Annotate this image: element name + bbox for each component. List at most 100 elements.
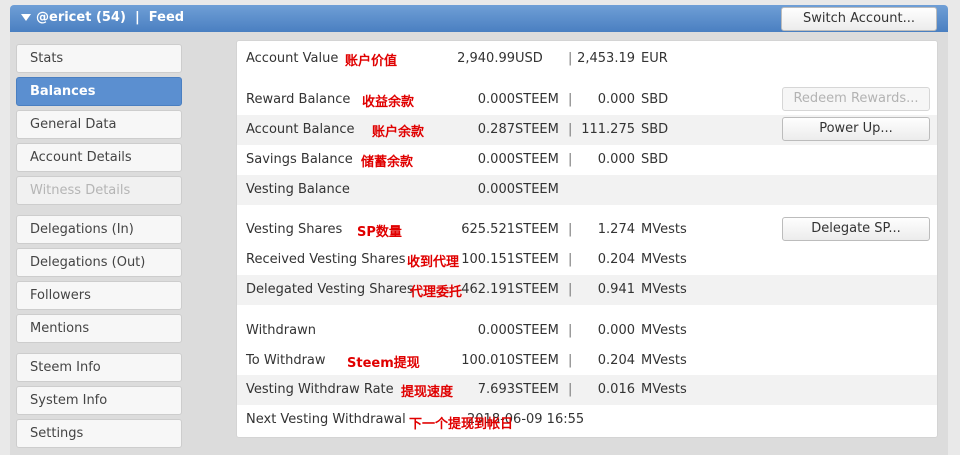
tab-system-info[interactable]: System Info <box>16 386 182 415</box>
separator: | <box>568 382 573 397</box>
unit-secondary: MVests <box>641 382 687 397</box>
row-label: Received Vesting Shares <box>246 252 406 267</box>
row-received-vesting-shares: Received Vesting Shares 100.151 收到代理 STE… <box>237 245 937 275</box>
row-withdrawn: Withdrawn 0.000 STEEM | 0.000 MVests <box>237 316 937 346</box>
value-secondary: 0.000 <box>597 92 635 107</box>
value-primary: 2,940.99 <box>457 51 515 66</box>
row-label: Account Value <box>246 51 339 66</box>
value-secondary: 111.275 <box>581 122 635 137</box>
tab-steem-info[interactable]: Steem Info <box>16 353 182 382</box>
switch-account-button[interactable]: Switch Account... <box>781 7 937 31</box>
separator: | <box>568 51 573 66</box>
tab-delegations-out[interactable]: Delegations (Out) <box>16 248 182 277</box>
window-title: @ericet (54) | Feed <box>36 10 185 25</box>
row-label: Vesting Withdraw Rate <box>246 382 394 397</box>
unit-primary: STEEM <box>515 122 559 137</box>
row-note: 提现速度 <box>401 385 454 400</box>
unit-secondary: SBD <box>641 122 669 137</box>
unit-secondary: MVests <box>641 222 687 237</box>
value-primary: 0.000 <box>477 152 515 167</box>
unit-primary: STEEM <box>515 152 559 167</box>
separator: | <box>568 282 573 297</box>
value-secondary: 0.000 <box>597 152 635 167</box>
row-account-value: Account Value 账户价值 2,940.99 USD | 2,453.… <box>237 44 937 74</box>
tab-general-data[interactable]: General Data <box>16 110 182 139</box>
tab-balances[interactable]: Balances <box>16 77 182 106</box>
value-secondary: 0.016 <box>597 382 635 397</box>
tab-settings[interactable]: Settings <box>16 419 182 448</box>
value-secondary: 0.204 <box>597 353 635 368</box>
row-label: Reward Balance <box>246 92 351 107</box>
row-label: Withdrawn <box>246 323 316 338</box>
row-vesting-balance: Vesting Balance 0.000 STEEM <box>237 175 937 205</box>
row-label: To Withdraw <box>246 353 326 368</box>
unit-primary: STEEM <box>515 353 559 368</box>
unit-secondary: MVests <box>641 282 687 297</box>
power-up-button[interactable]: Power Up... <box>782 117 930 141</box>
row-note: 代理委托 <box>410 285 463 300</box>
row-note: Steem提现 <box>347 356 420 371</box>
redeem-rewards-button: Redeem Rewards... <box>782 87 930 111</box>
row-vesting-shares: Vesting Shares SP数量 625.521 STEEM | 1.27… <box>237 215 937 245</box>
unit-secondary: SBD <box>641 92 669 107</box>
unit-secondary: SBD <box>641 152 669 167</box>
value-primary: 0.000 <box>477 92 515 107</box>
row-label: Delegated Vesting Shares <box>246 282 414 297</box>
value-secondary: 0.204 <box>597 252 635 267</box>
row-note: 收益余款 <box>362 95 415 110</box>
separator: | <box>568 222 573 237</box>
value-primary: 7.693 <box>477 382 515 397</box>
value-secondary: 2,453.19 <box>577 51 635 66</box>
value-secondary: 1.274 <box>597 222 635 237</box>
tab-delegations-in[interactable]: Delegations (In) <box>16 215 182 244</box>
separator: | <box>568 252 573 267</box>
row-savings-balance: Savings Balance 储蓄余款 0.000 STEEM | 0.000… <box>237 145 937 175</box>
unit-primary: USD <box>515 51 543 66</box>
unit-primary: STEEM <box>515 92 559 107</box>
row-label: Account Balance <box>246 122 355 137</box>
separator: | <box>568 152 573 167</box>
unit-secondary: MVests <box>641 323 687 338</box>
row-vesting-withdraw-rate: Vesting Withdraw Rate 提现速度 7.693 STEEM |… <box>237 375 937 405</box>
row-note: 账户余款 <box>372 125 425 140</box>
row-label: Savings Balance <box>246 152 353 167</box>
value-primary: 100.010 <box>461 353 515 368</box>
row-note: 下一个提现到帐日 <box>409 417 514 432</box>
row-label: Vesting Balance <box>246 182 350 197</box>
value-primary: 100.151 <box>461 252 515 267</box>
row-next-vesting-withdrawal: Next Vesting Withdrawal 2018-06-09 16:55… <box>237 405 937 435</box>
row-label: Next Vesting Withdrawal <box>246 412 406 427</box>
tab-stats[interactable]: Stats <box>16 44 182 73</box>
unit-primary: STEEM <box>515 323 559 338</box>
tab-mentions[interactable]: Mentions <box>16 314 182 343</box>
row-note: SP数量 <box>357 225 402 240</box>
row-note: 收到代理 <box>407 255 460 270</box>
value-secondary: 0.941 <box>597 282 635 297</box>
value-primary: 0.287 <box>477 122 515 137</box>
row-note: 储蓄余款 <box>361 155 414 170</box>
unit-secondary: EUR <box>641 51 668 66</box>
unit-primary: STEEM <box>515 182 559 197</box>
value-secondary: 0.000 <box>597 323 635 338</box>
unit-primary: STEEM <box>515 222 559 237</box>
balances-panel: Account Value 账户价值 2,940.99 USD | 2,453.… <box>236 40 938 438</box>
tab-witness-details: Witness Details <box>16 176 182 205</box>
separator: | <box>568 122 573 137</box>
value-primary: 0.000 <box>477 323 515 338</box>
row-to-withdraw: To Withdraw Steem提现 100.010 STEEM | 0.20… <box>237 346 937 376</box>
tab-followers[interactable]: Followers <box>16 281 182 310</box>
collapse-triangle-icon[interactable] <box>21 14 31 21</box>
separator: | <box>568 92 573 107</box>
value-primary: 462.191 <box>461 282 515 297</box>
delegate-sp-button[interactable]: Delegate SP... <box>782 217 930 241</box>
separator: | <box>568 353 573 368</box>
unit-secondary: MVests <box>641 252 687 267</box>
row-delegated-vesting-shares: Delegated Vesting Shares 462.191 代理委托 ST… <box>237 275 937 305</box>
unit-primary: STEEM <box>515 382 559 397</box>
unit-secondary: MVests <box>641 353 687 368</box>
row-label: Vesting Shares <box>246 222 343 237</box>
value-primary: 625.521 <box>461 222 515 237</box>
unit-primary: STEEM <box>515 282 559 297</box>
unit-primary: STEEM <box>515 252 559 267</box>
tab-account-details[interactable]: Account Details <box>16 143 182 172</box>
